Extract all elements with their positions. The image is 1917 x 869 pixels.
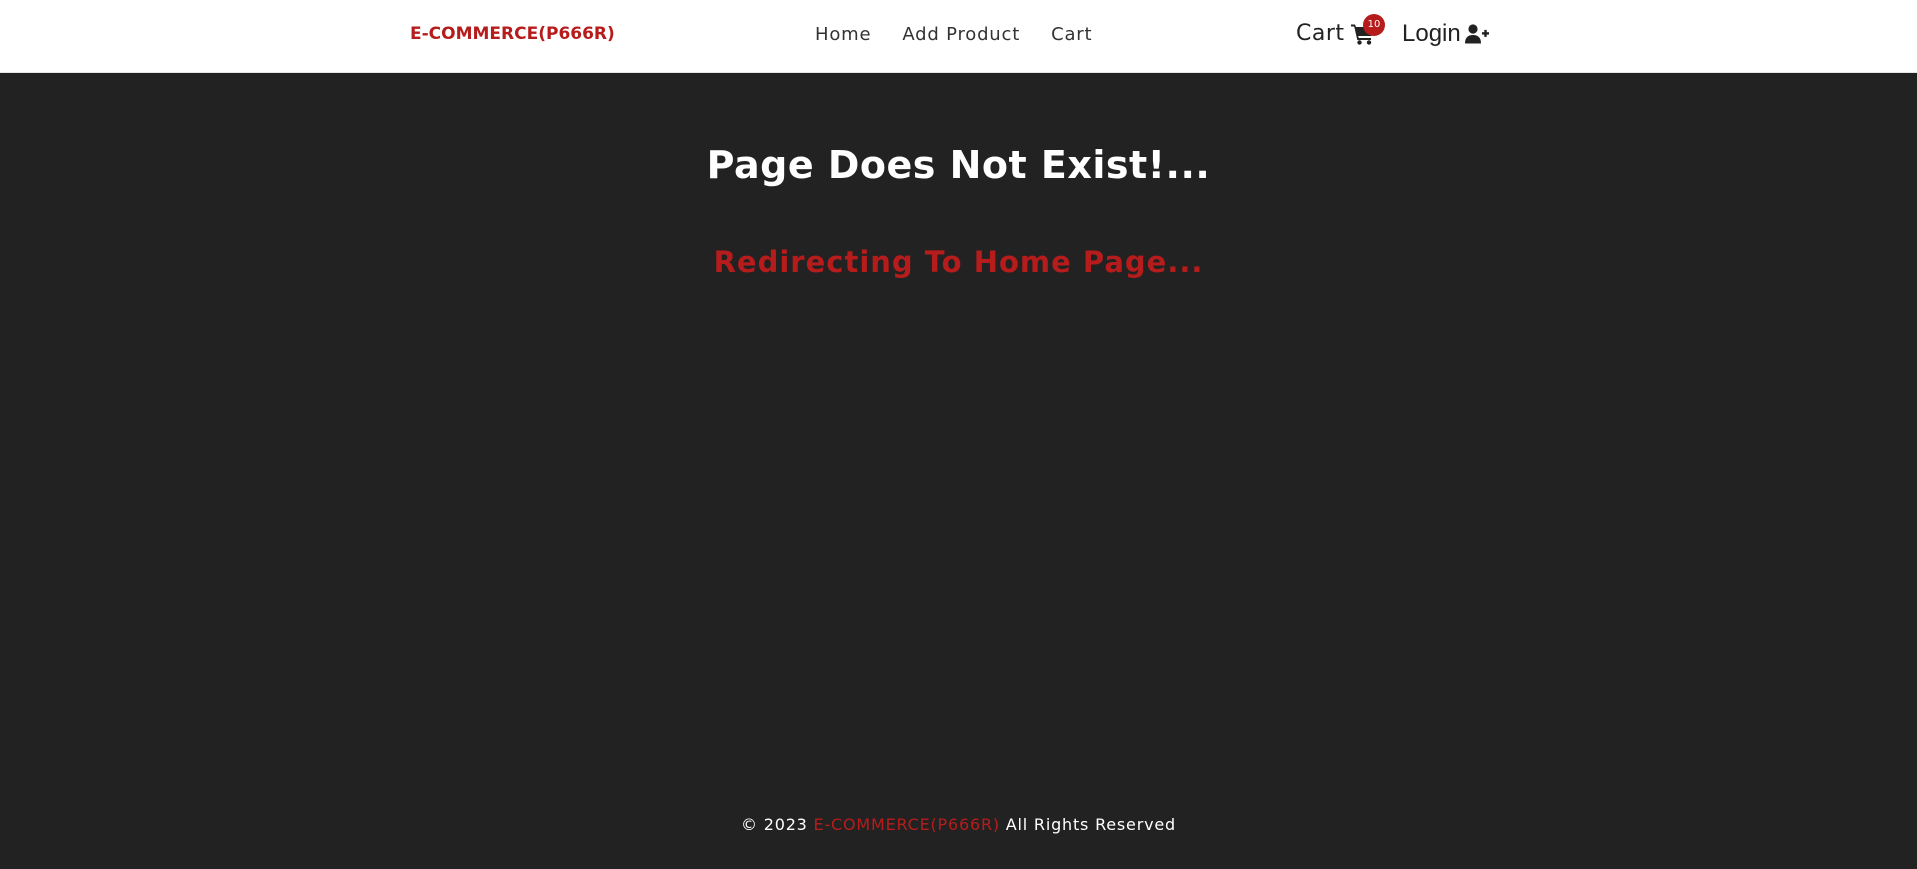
login-button-label: Login	[1402, 20, 1461, 47]
nav-link-home[interactable]: Home	[815, 24, 871, 45]
footer-brand: E-COMMERCE(P666R)	[813, 815, 1000, 834]
nav-links: Home Add Product Cart	[815, 24, 1092, 45]
footer: © 2023 E-COMMERCE(P666R) All Rights Rese…	[0, 815, 1917, 834]
cart-count-badge: 10	[1363, 14, 1385, 36]
redirect-message: Redirecting To Home Page...	[713, 245, 1204, 279]
footer-rights-text: All Rights Reserved	[1005, 815, 1176, 834]
navbar: E-COMMERCE(P666R) Home Add Product Cart …	[0, 0, 1917, 73]
nav-link-cart[interactable]: Cart	[1051, 24, 1092, 45]
page-title: Page Does Not Exist!...	[706, 143, 1211, 187]
login-button[interactable]: Login	[1402, 20, 1489, 48]
nav-link-add-product[interactable]: Add Product	[902, 24, 1020, 45]
footer-copyright: © 2023	[741, 815, 808, 834]
brand-logo-link[interactable]: E-COMMERCE(P666R)	[410, 24, 615, 44]
cart-button-label: Cart	[1296, 21, 1345, 46]
user-plus-icon	[1464, 24, 1489, 44]
